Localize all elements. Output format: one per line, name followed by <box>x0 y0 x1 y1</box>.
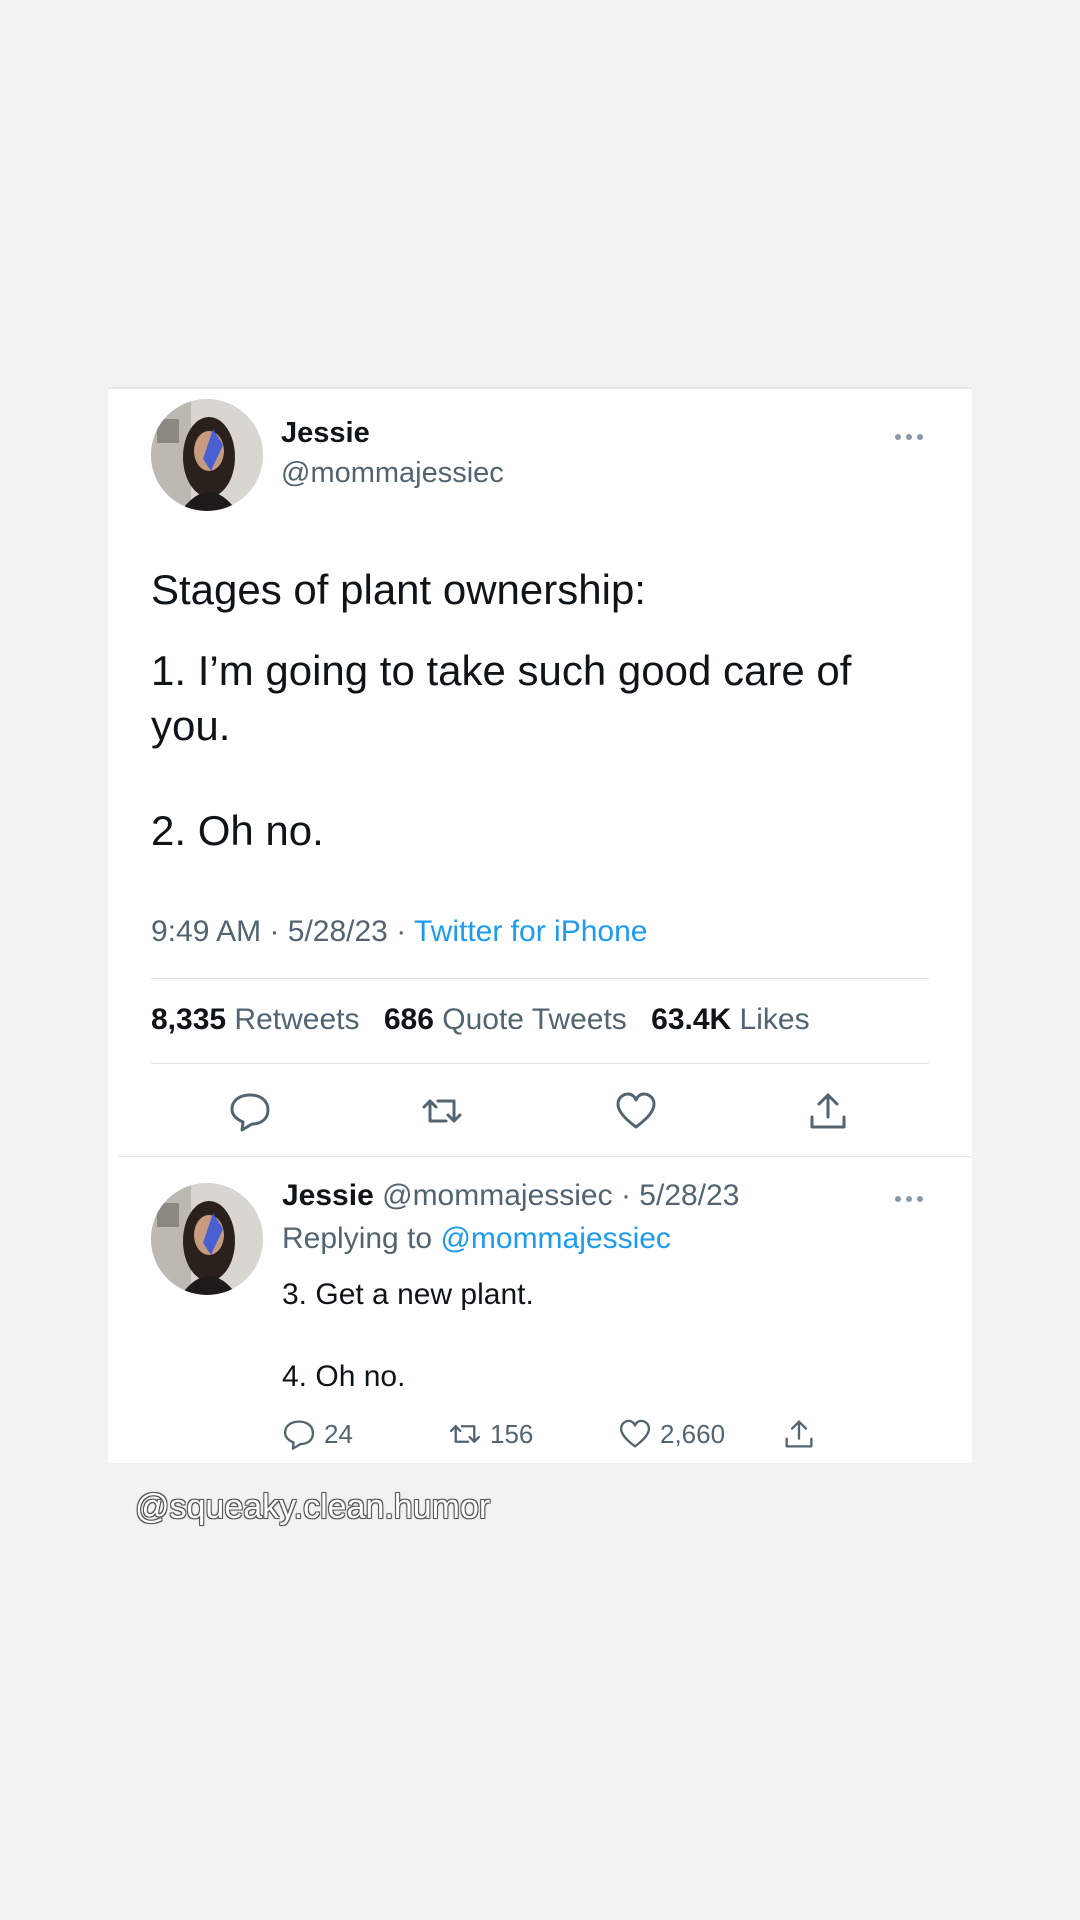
tweet-source[interactable]: Twitter for iPhone <box>414 915 647 948</box>
reply-reply-action[interactable]: 24 <box>282 1417 353 1451</box>
like-count: 2,660 <box>660 1418 726 1449</box>
reply-date[interactable]: 5/28/23 <box>639 1179 739 1212</box>
likes-stat[interactable]: 63.4K Likes <box>651 1003 809 1036</box>
tweet-meta: 9:49 AM · 5/28/23 · Twitter for iPhone <box>151 915 647 949</box>
tweet-time[interactable]: 9:49 AM <box>151 915 261 948</box>
share-icon[interactable] <box>806 1089 850 1133</box>
replying-to-label: Replying to <box>282 1222 433 1255</box>
tweet-text-line-1: Stages of plant ownership: <box>151 566 646 613</box>
watermark: @squeaky.clean.humor <box>135 1488 491 1526</box>
reply-header: Jessie @mommajessiec · 5/28/23 <box>282 1179 739 1213</box>
more-icon[interactable] <box>894 1195 924 1203</box>
divider <box>151 978 929 979</box>
tweet-date[interactable]: 5/28/23 <box>288 915 388 948</box>
meta-separator: · <box>269 915 280 948</box>
author-name[interactable]: Jessie <box>281 417 370 450</box>
reply-retweet-action[interactable]: 156 <box>448 1417 533 1451</box>
reply-author-handle[interactable]: @mommajessiec <box>382 1179 613 1212</box>
retweet-icon[interactable] <box>420 1089 464 1133</box>
retweet-count: 156 <box>490 1418 534 1449</box>
reply-author-name[interactable]: Jessie <box>282 1179 374 1212</box>
card-top-border <box>108 387 972 389</box>
like-icon[interactable] <box>614 1089 658 1133</box>
tweet-text-line-3: 2. Oh no. <box>151 807 324 854</box>
divider <box>151 1063 929 1064</box>
reply-icon[interactable] <box>228 1089 272 1133</box>
tweet-card: Jessie @mommajessiec Stages of plant own… <box>108 387 972 1463</box>
retweet-icon <box>449 1425 481 1443</box>
reply-count: 24 <box>324 1418 353 1449</box>
meta-separator: · <box>620 1179 631 1212</box>
tweet-stats: 8,335 Retweets 686 Quote Tweets 63.4K Li… <box>151 1003 810 1037</box>
replying-to-handle[interactable]: @mommajessiec <box>440 1222 671 1255</box>
meta-separator: · <box>396 915 407 948</box>
avatar[interactable] <box>151 399 263 511</box>
reply-text-line-1: 3. Get a new plant. <box>282 1278 534 1311</box>
retweets-stat[interactable]: 8,335 Retweets <box>151 1003 359 1036</box>
reply-text-line-2: 4. Oh no. <box>282 1360 406 1393</box>
replying-to: Replying to @mommajessiec <box>282 1222 671 1256</box>
divider <box>118 1156 972 1157</box>
more-icon[interactable] <box>894 433 924 441</box>
share-icon <box>785 1420 813 1448</box>
quote-tweets-stat[interactable]: 686 Quote Tweets <box>384 1003 627 1036</box>
reply-icon <box>283 1420 315 1450</box>
like-icon <box>619 1419 651 1448</box>
tweet-text-line-2: 1. I’m going to take such good care of y… <box>151 647 852 749</box>
author-handle[interactable]: @mommajessiec <box>281 457 504 490</box>
reply-share-action[interactable] <box>782 1417 816 1451</box>
reply-like-action[interactable]: 2,660 <box>618 1417 725 1451</box>
avatar[interactable] <box>151 1183 263 1295</box>
